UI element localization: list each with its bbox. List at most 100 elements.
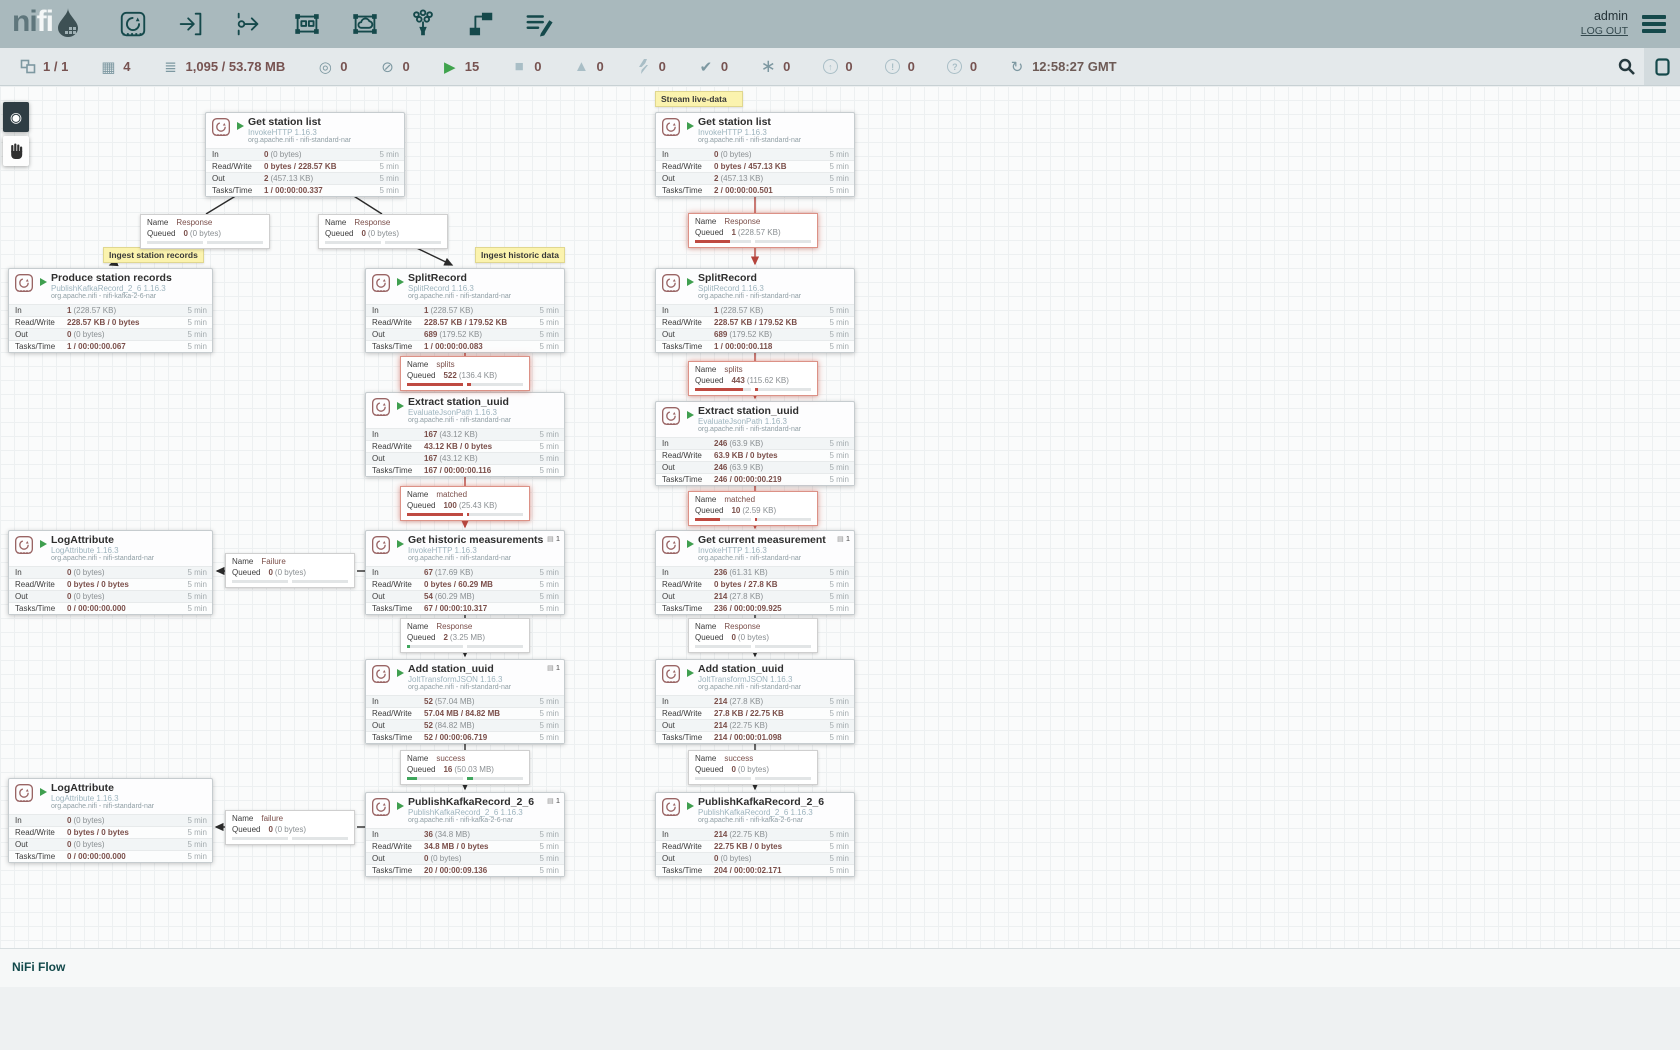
processor-name: Get station list [248, 117, 351, 128]
flow-label-ingest-station-records[interactable]: Ingest station records [103, 247, 204, 263]
processor-name: Extract station_uuid [698, 406, 801, 417]
backpressure-bars [695, 645, 811, 648]
processor-get-current-measurement[interactable]: Get current measurementInvokeHTTP 1.16.3… [655, 530, 855, 615]
connection-matched-mid[interactable]: NamematchedQueued100(25.43 KB) [400, 486, 530, 521]
connection-response-right-split[interactable]: NameResponseQueued1(228.57 KB) [688, 213, 818, 248]
processor-bundle: org.apache.nifi - nifi-standard-nar [698, 137, 801, 145]
process-group-icon[interactable] [291, 8, 323, 40]
flow-label-ingest-historic-data[interactable]: Ingest historic data [475, 247, 565, 263]
active-thread-count: ▤ 1 [547, 796, 560, 805]
processor-get-station-list-left[interactable]: Get station listInvokeHTTP 1.16.3org.apa… [205, 112, 405, 197]
input-port-icon[interactable] [175, 8, 207, 40]
logo-text-ni: ni [12, 7, 37, 37]
panel-toggle-button[interactable] [1644, 48, 1680, 85]
backpressure-bars [147, 241, 263, 244]
flow-canvas[interactable]: ◉ Stream live-data Ingest station records… [0, 86, 1680, 1050]
connection-response-left-kafka[interactable]: NameResponseQueued0(0 bytes) [140, 214, 270, 249]
processor-bundle: org.apache.nifi - nifi-standard-nar [698, 293, 801, 301]
processor-extract-station-uuid-right[interactable]: Extract station_uuidEvaluateJsonPath 1.1… [655, 401, 855, 486]
app-header: nifi admin LOG OUT [0, 0, 1680, 48]
search-button[interactable] [1608, 48, 1644, 85]
status-count: 0 [659, 59, 666, 74]
status-count: 0 [403, 59, 410, 74]
flow-label-stream-live-data[interactable]: Stream live-data [655, 91, 743, 107]
funnel-icon[interactable] [407, 8, 439, 40]
processor-logattribute-upper[interactable]: LogAttributeLogAttribute 1.16.3org.apach… [8, 530, 213, 615]
connection-name-row: NameResponse [141, 215, 269, 228]
connection-name-row: NameFailure [226, 554, 354, 567]
processor-get-station-list-right[interactable]: Get station listInvokeHTTP 1.16.3org.apa… [655, 112, 855, 197]
nifi-logo: nifi [0, 7, 91, 41]
disabled-status: 0 [636, 59, 666, 74]
processor-icon[interactable] [117, 8, 149, 40]
status-count: 0 [721, 59, 728, 74]
connection-response-right-add[interactable]: NameResponseQueued0(0 bytes) [688, 618, 818, 653]
connection-success-mid[interactable]: NamesuccessQueued16(50.03 MB) [400, 750, 530, 785]
processor-splitrecord-mid[interactable]: SplitRecordSplitRecord 1.16.3org.apache.… [365, 268, 565, 353]
processor-splitrecord-right[interactable]: SplitRecordSplitRecord 1.16.3org.apache.… [655, 268, 855, 353]
connection-failure-historic[interactable]: NameFailureQueued0(0 bytes) [225, 553, 355, 588]
connection-splits-mid[interactable]: NamesplitsQueued522(136.4 KB) [400, 356, 530, 391]
processor-add-station-uuid-mid[interactable]: Add station_uuidJoltTransformJSON 1.16.3… [365, 659, 565, 744]
processor-add-station-uuid-right[interactable]: Add station_uuidJoltTransformJSON 1.16.3… [655, 659, 855, 744]
running-status-icon [397, 278, 404, 286]
processor-name: Get historic measurements [408, 535, 543, 546]
stat-row: Read/Write0 bytes / 0 bytes5 min [9, 578, 212, 590]
connection-response-left-split[interactable]: NameResponseQueued0(0 bytes) [318, 214, 448, 249]
stat-row: Tasks/Time2 / 00:00:00.5015 min [656, 184, 854, 196]
breadcrumb-root-link[interactable]: NiFi Flow [0, 949, 65, 974]
stat-row: Read/Write0 bytes / 60.29 MB5 min [366, 578, 564, 590]
processor-icon [14, 273, 34, 298]
connection-matched-right[interactable]: NamematchedQueued10(2.59 KB) [688, 491, 818, 526]
connection-name-row: Namesuccess [689, 751, 817, 764]
stat-row: In0(0 bytes)5 min [9, 566, 212, 578]
global-menu-button[interactable] [1642, 15, 1666, 33]
running-status-icon [40, 540, 47, 548]
connection-failure-publish[interactable]: NamefailureQueued0(0 bytes) [225, 810, 355, 845]
processor-type: PublishKafkaRecord_2_6 1.16.3 [51, 284, 172, 293]
backpressure-bars [695, 240, 811, 243]
sync-failure-status: ?0 [947, 59, 977, 74]
processor-name: Extract station_uuid [408, 397, 511, 408]
connection-response-mid-add[interactable]: NameResponseQueued2(3.25 MB) [400, 618, 530, 653]
processor-publishkafka-right[interactable]: PublishKafkaRecord_2_6PublishKafkaRecord… [655, 792, 855, 877]
processor-name: Add station_uuid [408, 664, 511, 675]
processor-name: SplitRecord [408, 273, 511, 284]
connection-name-row: NameResponse [689, 619, 817, 632]
processor-get-historic-measurements[interactable]: Get historic measurementsInvokeHTTP 1.16… [365, 530, 565, 615]
processor-logattribute-lower[interactable]: LogAttributeLogAttribute 1.16.3org.apach… [8, 778, 213, 863]
stat-row: In52(57.04 MB)5 min [366, 695, 564, 707]
up-to-date-status: ✔0 [698, 58, 728, 76]
stat-row: Read/Write34.8 MB / 0 bytes5 min [366, 840, 564, 852]
remote-process-group-icon[interactable] [349, 8, 381, 40]
output-port-icon[interactable] [233, 8, 265, 40]
refresh-status[interactable]: ↻ 12:58:27 GMT [1009, 58, 1117, 76]
processor-produce-station-records[interactable]: Produce station recordsPublishKafkaRecor… [8, 268, 213, 353]
stat-row: In1(228.57 KB)5 min [366, 304, 564, 316]
connection-success-right[interactable]: NamesuccessQueued0(0 bytes) [688, 750, 818, 785]
processor-publishkafka-mid[interactable]: PublishKafkaRecord_2_6PublishKafkaRecord… [365, 792, 565, 877]
stat-row: Tasks/Time214 / 00:00:01.0985 min [656, 731, 854, 743]
template-icon[interactable] [465, 8, 497, 40]
locally-modified-stale-icon: ! [885, 59, 901, 74]
processor-extract-station-uuid-mid[interactable]: Extract station_uuidEvaluateJsonPath 1.1… [365, 392, 565, 477]
stat-row: Tasks/Time67 / 00:00:10.3175 min [366, 602, 564, 614]
connection-name-row: Namesplits [689, 362, 817, 375]
operate-palette-button[interactable] [3, 136, 29, 166]
processor-type: InvokeHTTP 1.16.3 [248, 128, 351, 137]
stat-row: In214(27.8 KB)5 min [656, 695, 854, 707]
label-icon[interactable] [523, 8, 555, 40]
stat-row: Out2(457.13 KB)5 min [656, 172, 854, 184]
stat-row: Out0(0 bytes)5 min [9, 328, 212, 340]
navigate-palette-button[interactable]: ◉ [3, 102, 29, 132]
refresh-icon[interactable]: ↻ [1009, 58, 1025, 76]
processor-bundle: org.apache.nifi - nifi-kafka-2-6-nar [51, 293, 172, 301]
stat-row: Read/Write228.57 KB / 179.52 KB5 min [656, 316, 854, 328]
logout-link[interactable]: LOG OUT [1581, 24, 1628, 39]
connection-splits-right[interactable]: NamesplitsQueued443(115.62 KB) [688, 361, 818, 396]
stat-row: Out246(63.9 KB)5 min [656, 461, 854, 473]
processor-icon [211, 117, 231, 142]
connection-name-row: NameResponse [319, 215, 447, 228]
stat-row: In246(63.9 KB)5 min [656, 437, 854, 449]
stat-row: Out0(0 bytes)5 min [9, 590, 212, 602]
